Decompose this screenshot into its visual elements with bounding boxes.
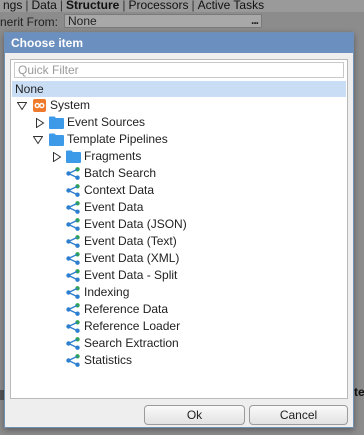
tree-item-pipeline[interactable]: Event Data (Text) (11, 233, 345, 250)
tree-item-label: System (50, 98, 91, 112)
tree-item-pipeline[interactable]: Batch Search (11, 165, 345, 182)
background-tab-bar: ngs | Data | Structure | Processors | Active Tas… (0, 0, 364, 12)
tree-item-template-pipelines[interactable]: Template Pipelines (11, 131, 345, 148)
chevron-down-icon[interactable] (33, 135, 43, 145)
tree-item-label: Fragments (84, 149, 142, 163)
pipeline-icon (66, 286, 80, 299)
pipeline-icon (66, 235, 80, 248)
cancel-button[interactable]: Cancel (249, 405, 348, 425)
tree-item-label: Batch Search (84, 166, 157, 180)
tree-item-event-sources[interactable]: Event Sources (11, 114, 345, 131)
chevron-down-icon[interactable] (17, 101, 27, 111)
folder-icon (49, 116, 64, 129)
tree-item-label: Event Sources (67, 115, 146, 129)
tab-processors[interactable]: Processors (125, 0, 191, 12)
tab-data[interactable]: Data (28, 0, 59, 12)
tree-item-label: Context Data (84, 183, 155, 197)
tree-item-label: Event Data (XML) (84, 251, 180, 265)
pipeline-icon (66, 269, 80, 282)
tree-item-pipeline[interactable]: Reference Data (11, 301, 345, 318)
pipeline-icon (66, 218, 80, 231)
tree-item-label: Event Data (JSON) (84, 217, 187, 231)
tab-active-tasks[interactable]: Active Tasks (195, 0, 267, 12)
pipeline-icon (66, 303, 80, 316)
tree-item-system[interactable]: System (11, 97, 345, 114)
tree-item-label: Template Pipelines (67, 132, 168, 146)
tree-item-fragments[interactable]: Fragments (11, 148, 345, 165)
inherit-from-label: nerit From: (0, 15, 59, 29)
pipeline-icon (66, 354, 80, 367)
pipeline-icon (66, 320, 80, 333)
tree-item-pipeline[interactable]: Reference Loader (11, 318, 345, 335)
pipeline-icon (66, 337, 80, 350)
tree-item-label: Statistics (84, 353, 133, 367)
system-icon (33, 99, 46, 112)
tree-item-label: Event Data (Text) (84, 234, 177, 248)
inherit-from-field[interactable]: None ... (64, 14, 262, 28)
tree-item-pipeline[interactable]: Context Data (11, 182, 345, 199)
tree-item-label: Search Extraction (84, 336, 179, 350)
background-right-fragment: te (354, 385, 364, 399)
tree-item-pipeline[interactable]: Event Data (11, 199, 345, 216)
pipeline-icon (66, 184, 80, 197)
pipeline-icon (66, 201, 80, 214)
pipeline-icon (66, 252, 80, 265)
folder-icon (66, 150, 81, 163)
chevron-right-icon[interactable] (35, 118, 45, 128)
dialog-title[interactable]: Choose item (5, 33, 353, 53)
tree-item-label: Event Data (84, 200, 144, 214)
tree-item-pipeline[interactable]: Indexing (11, 284, 345, 301)
inherit-from-value: None (68, 14, 97, 28)
tree-item-pipeline[interactable]: Statistics (11, 352, 345, 369)
tree-item-pipeline[interactable]: Event Data (XML) (11, 250, 345, 267)
tree-item-pipeline[interactable]: Search Extraction (11, 335, 345, 352)
chevron-right-icon[interactable] (52, 152, 62, 162)
inherit-from-browse-button[interactable]: ... (251, 14, 259, 26)
tree-item-none[interactable]: None (12, 81, 346, 97)
tree-item-label: Indexing (84, 285, 130, 299)
tree-item-pipeline[interactable]: Event Data - Split (11, 267, 345, 284)
ok-button[interactable]: Ok (144, 405, 245, 425)
tree-item-label: Event Data - Split (84, 268, 178, 282)
tree-item-pipeline[interactable]: Event Data (JSON) (11, 216, 345, 233)
tab-settings-partial[interactable]: ngs (0, 0, 25, 12)
tab-structure[interactable]: Structure (63, 0, 122, 12)
choose-item-dialog: Choose item None System Event Sources Te… (4, 32, 354, 428)
tree-panel: None System Event Sources Template Pipel… (10, 59, 348, 399)
tree-item-label: Reference Loader (84, 319, 181, 333)
tree-item-label: Reference Data (84, 302, 169, 316)
inherit-from-row: nerit From: None ... (0, 13, 364, 29)
folder-icon (49, 133, 64, 146)
pipeline-icon (66, 167, 80, 180)
quick-filter-input[interactable] (14, 62, 344, 78)
